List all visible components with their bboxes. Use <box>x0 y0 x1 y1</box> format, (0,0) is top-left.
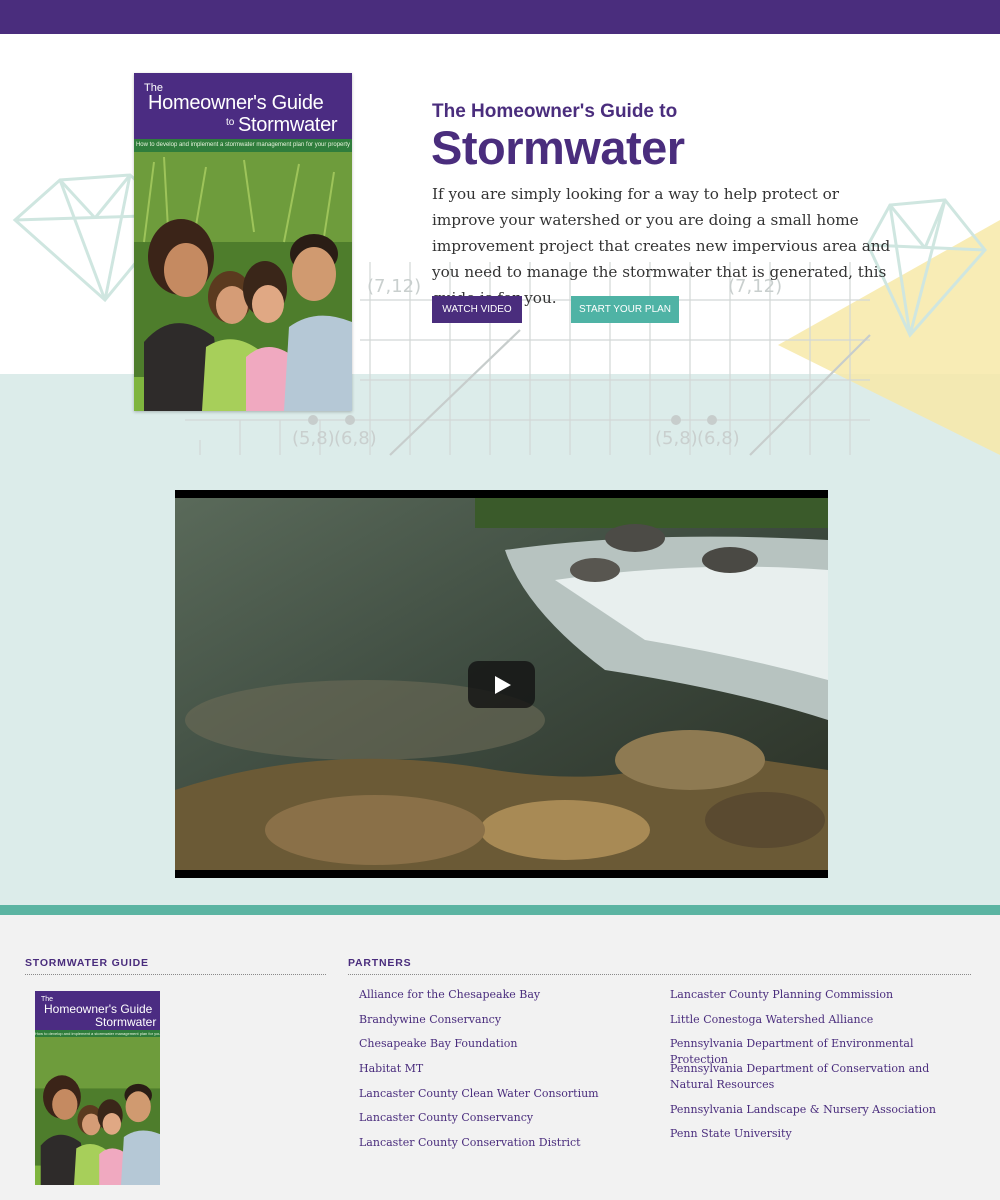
book-tagline: How to develop and implement a stormwate… <box>134 139 352 152</box>
top-bar <box>0 0 1000 34</box>
mini-book-tagline: How to develop and implement a stormwate… <box>35 1030 160 1037</box>
book-title: Homeowner's Guide <box>148 92 324 114</box>
page-title: Stormwater <box>431 121 685 174</box>
start-your-plan-button[interactable]: START YOUR PLAN <box>571 296 679 323</box>
partner-link[interactable]: Alliance for the Chesapeake Bay <box>359 987 649 1003</box>
guide-book-cover[interactable]: The Homeowner's Guide to Stormwater How … <box>134 73 352 411</box>
mini-book-header: The Homeowner's Guide Stormwater <box>35 991 160 1030</box>
partner-link[interactable]: Habitat MT <box>359 1061 649 1077</box>
footer-guide-heading: STORMWATER GUIDE <box>25 957 326 975</box>
mini-family-photo <box>35 1037 160 1185</box>
hero-intro-text: If you are simply looking for a way to h… <box>432 185 891 307</box>
play-icon <box>495 676 511 694</box>
partner-link[interactable]: Lancaster County Planning Commission <box>670 987 960 1003</box>
partner-link[interactable]: Lancaster County Conservation District <box>359 1135 649 1151</box>
footer-divider <box>0 905 1000 915</box>
mini-book-subject: Stormwater <box>95 1015 157 1029</box>
watch-video-button[interactable]: WATCH VIDEO <box>432 296 522 323</box>
video-player[interactable] <box>175 490 828 878</box>
partner-link[interactable]: Lancaster County Conservancy <box>359 1110 649 1126</box>
play-button[interactable] <box>468 661 535 708</box>
book-to-label: to <box>226 117 235 128</box>
partner-link[interactable]: Penn State University <box>670 1126 960 1142</box>
partner-link[interactable]: Chesapeake Bay Foundation <box>359 1036 649 1052</box>
family-photo <box>134 152 352 411</box>
partner-link[interactable]: Little Conestoga Watershed Alliance <box>670 1012 960 1028</box>
footer-partners-heading: PARTNERS <box>348 957 971 975</box>
partner-link[interactable]: Pennsylvania Landscape & Nursery Associa… <box>670 1102 960 1118</box>
partner-link[interactable]: Lancaster County Clean Water Consortium <box>359 1086 649 1102</box>
partner-link[interactable]: Brandywine Conservancy <box>359 1012 649 1028</box>
mini-book-title: Homeowner's Guide <box>44 1002 153 1016</box>
partner-link[interactable]: Pennsylvania Department of Conservation … <box>670 1061 960 1093</box>
book-cover-header: The Homeowner's Guide to Stormwater <box>134 73 352 139</box>
book-subject: Stormwater <box>238 114 338 136</box>
footer-guide-book-cover[interactable]: The Homeowner's Guide Stormwater How to … <box>35 991 160 1185</box>
